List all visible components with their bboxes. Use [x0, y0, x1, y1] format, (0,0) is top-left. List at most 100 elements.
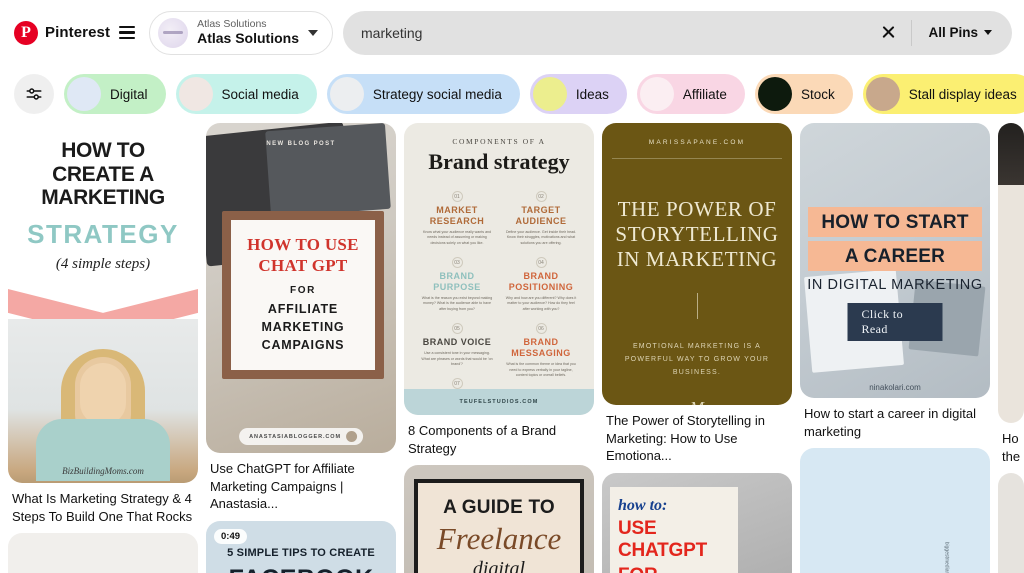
- search-bar[interactable]: All Pins: [343, 10, 1012, 55]
- pin-scope-dropdown[interactable]: All Pins: [918, 16, 1006, 50]
- pin-image[interactable]: how to: USE CHATGPT FOR AFFILIATE MARKET…: [602, 472, 792, 573]
- filter-chip-social-media[interactable]: Social media: [175, 74, 317, 114]
- item-number: 06: [535, 323, 547, 335]
- pin-card[interactable]: how to: USE CHATGPT FOR AFFILIATE MARKET…: [602, 472, 792, 573]
- pin-card[interactable]: HOW TO CREATE A MARKETING STRATEGY (4 si…: [8, 123, 198, 525]
- pin-caption: 8 Components of a Brand Strategy: [408, 423, 557, 456]
- pin5-line3: IN DIGITAL MARKETING: [807, 277, 983, 293]
- chip-thumbnail: [178, 77, 213, 111]
- pin2-source-badge: ANASTASIABLOGGER.COM: [239, 428, 363, 445]
- pin2-row2: FOR: [290, 284, 316, 296]
- item-name: BRAND PURPOSE: [433, 271, 481, 293]
- grid-column-6: Ho the: [998, 123, 1024, 573]
- pin3-title: Brand strategy: [428, 149, 570, 174]
- filter-chip-ideas[interactable]: Ideas: [529, 74, 627, 114]
- clear-search-button[interactable]: [871, 16, 905, 50]
- pin-image[interactable]: A GUIDE TO Freelance digital: [404, 465, 594, 573]
- pin1-signature: BizBuildingMoms.com: [62, 466, 144, 476]
- pin-image[interactable]: HOW TO START A CAREER IN DIGITAL MARKETI…: [800, 123, 990, 398]
- pin-card[interactable]: [8, 533, 198, 573]
- pin10-side-text: biggestmediamarketing.com: [944, 542, 950, 573]
- chip-thumbnail: [67, 77, 101, 111]
- brand-strategy-item: 04 BRAND POSITIONING Why and how are you d…: [502, 257, 580, 312]
- filter-button[interactable]: [14, 74, 54, 114]
- chip-thumbnail: [329, 77, 364, 111]
- filter-chip-affiliate[interactable]: Affiliate: [636, 74, 745, 114]
- pin4-rule: [612, 158, 782, 159]
- item-description: What is the reason you exist beyond maki…: [421, 296, 493, 311]
- pin3-footer: TEUFELSTUDIOS.COM: [404, 389, 594, 415]
- grid-column-1: HOW TO CREATE A MARKETING STRATEGY (4 si…: [8, 123, 198, 573]
- pin-image[interactable]: 0:49 5 SIMPLE TIPS TO CREATE FACEBOOK: [206, 520, 396, 573]
- chip-label: Digital: [110, 86, 148, 102]
- pin8-line3: digital: [472, 558, 526, 573]
- item-number: 07: [451, 378, 463, 390]
- pin-card[interactable]: A GUIDE TO Freelance digital: [404, 465, 594, 573]
- item-name: BRAND POSITIONING: [508, 271, 574, 293]
- grid-column-3: COMPONENTS OF A Brand strategy 01 MARKET …: [404, 123, 594, 573]
- pin2-badge-text: ANASTASIABLOGGER.COM: [249, 433, 341, 440]
- pin4-title: THE POWER OF STORYTELLING IN MARKETING: [615, 197, 779, 271]
- chip-thumbnail: [865, 77, 900, 111]
- filter-chip-strategy-social-media[interactable]: Strategy social media: [326, 74, 520, 114]
- filter-chip-digital[interactable]: Digital: [64, 74, 166, 114]
- item-number: 01: [451, 191, 463, 202]
- chip-thumbnail: [757, 77, 792, 111]
- pin-image[interactable]: COMPONENTS OF A Brand strategy 01 MARKET …: [404, 123, 594, 415]
- pin-card[interactable]: HOW TO START A CAREER IN DIGITAL MARKETI…: [800, 123, 990, 440]
- grid-column-4: MARISSAPANE.COM THE POWER OF STORYTELLIN…: [602, 123, 792, 573]
- account-switcher[interactable]: Atlas Solutions Atlas Solutions: [149, 10, 333, 55]
- hamburger-icon[interactable]: [119, 26, 136, 39]
- pin-caption: The Power of Storytelling in Marketing: …: [606, 413, 765, 464]
- pin-image[interactable]: [998, 473, 1024, 573]
- pin4-site: MARISSAPANE.COM: [648, 139, 746, 146]
- pin-card[interactable]: [998, 473, 1024, 573]
- pin5-cta-button[interactable]: Click to Read: [847, 303, 943, 341]
- pin-card[interactable]: biggestmediamarketing.com: [800, 448, 990, 573]
- pin-card[interactable]: MARISSAPANE.COM THE POWER OF STORYTELLIN…: [602, 123, 792, 465]
- pin-image[interactable]: NEW BLOG POST HOW TO USE CHAT GPT FOR AF…: [206, 123, 396, 453]
- account-main-label: Atlas Solutions: [197, 30, 299, 47]
- pin-image[interactable]: MARISSAPANE.COM THE POWER OF STORYTELLIN…: [602, 123, 792, 405]
- item-name: MARKET RESEARCH: [429, 205, 485, 226]
- pin-image[interactable]: HOW TO CREATE A MARKETING STRATEGY (4 si…: [8, 123, 198, 483]
- brand-strategy-item: 06 BRAND MESSAGING What is the common them…: [502, 323, 580, 378]
- item-name: TARGET AUDIENCE: [515, 205, 567, 226]
- pin3-column-right: 02 TARGET AUDIENCE Define your audience. G…: [502, 191, 580, 415]
- pin4-subtitle: EMOTIONAL MARKETING IS A POWERFUL WAY TO…: [624, 343, 770, 377]
- pin-caption: What Is Marketing Strategy & 4 Steps To …: [12, 491, 193, 524]
- pin5-line1: HOW TO START: [821, 212, 969, 233]
- pin4-monogram: M: [602, 398, 792, 405]
- chip-label: Ideas: [575, 86, 609, 102]
- grid-column-2: NEW BLOG POST HOW TO USE CHAT GPT FOR AF…: [206, 123, 396, 573]
- pin-image[interactable]: [998, 123, 1024, 423]
- pin-scope-label: All Pins: [928, 25, 978, 40]
- pin-image[interactable]: biggestmediamarketing.com: [800, 448, 990, 573]
- chevron-down-icon: [984, 30, 992, 35]
- pin-card[interactable]: Ho the: [998, 123, 1024, 465]
- pin-image[interactable]: [8, 533, 198, 573]
- header-divider: [911, 19, 913, 46]
- item-description: Why and how are you different? Why does …: [505, 296, 577, 311]
- pin2-text-box: HOW TO USE CHAT GPT FOR AFFILIATE MARKET…: [222, 211, 384, 379]
- pin6-caption-line1: Ho: [1002, 431, 1019, 446]
- brand-name: Pinterest: [45, 24, 111, 41]
- filter-chip-stall-display-ideas[interactable]: Stall display ideas: [862, 74, 1024, 114]
- filter-chip-stock[interactable]: Stock: [754, 74, 853, 114]
- pin-card[interactable]: 0:49 5 SIMPLE TIPS TO CREATE FACEBOOK: [206, 520, 396, 573]
- pin3-column-left: 01 MARKET RESEARCH Know what your audience…: [418, 191, 496, 415]
- pin5-line2: A CAREER: [844, 246, 946, 267]
- brand-strategy-item: 02 TARGET AUDIENCE Define your audience. G…: [502, 191, 580, 246]
- chip-label: Stock: [800, 86, 835, 102]
- pin6-caption-line2: the: [1002, 448, 1021, 464]
- brand-strategy-item: 03 BRAND PURPOSE What is the reason you ex…: [418, 257, 496, 312]
- pin-card[interactable]: COMPONENTS OF A Brand strategy 01 MARKET …: [404, 123, 594, 457]
- photo-face: [80, 363, 126, 425]
- item-number: 04: [535, 257, 547, 269]
- search-input[interactable]: [361, 24, 868, 41]
- item-description: Use a consistent tone in your messaging.…: [421, 351, 493, 366]
- sliders-icon: [26, 88, 42, 100]
- pin-card[interactable]: NEW BLOG POST HOW TO USE CHAT GPT FOR AF…: [206, 123, 396, 513]
- pinterest-home-link[interactable]: P Pinterest: [10, 19, 139, 47]
- item-description: Define your audience. Get inside their h…: [505, 229, 577, 245]
